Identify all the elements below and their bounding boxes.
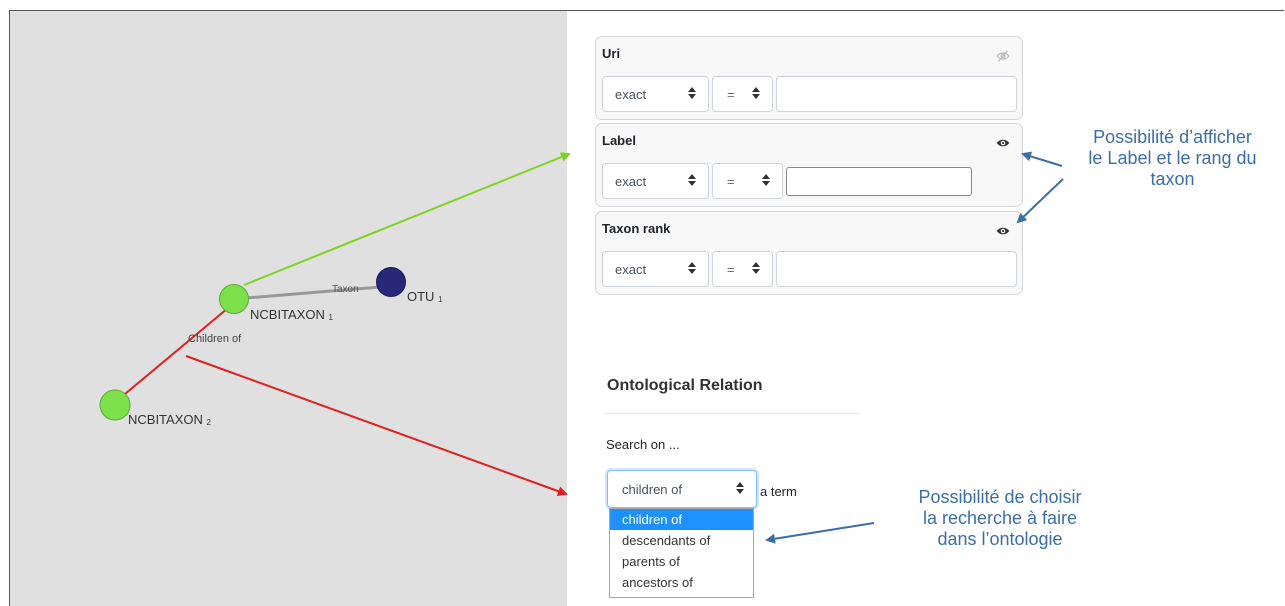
node-ncbitaxon-1-label: NCBITAXON: [250, 307, 325, 322]
comparator-value: =: [727, 262, 735, 277]
comparator-value: =: [727, 87, 735, 102]
a-term-label: a term: [760, 484, 797, 499]
edge-taxon-label: Taxon: [332, 284, 359, 295]
comparator-select[interactable]: =: [712, 76, 773, 112]
eye-icon[interactable]: [996, 136, 1010, 150]
up-down-caret-icon: [752, 261, 760, 278]
comparator-select[interactable]: =: [712, 163, 783, 199]
graph-panel: Taxon Children of NCBITAXON 1 OTU 1 NCBI…: [10, 11, 567, 606]
node-otu-1[interactable]: [376, 267, 406, 297]
ontological-relation-title: Ontological Relation: [607, 377, 763, 394]
callout-line: le Label et le rang du: [1088, 148, 1257, 168]
edge-taxon[interactable]: [233, 284, 393, 301]
svg-text:NCBITAXON 2: NCBITAXON 2: [128, 412, 212, 427]
section-divider: [604, 413, 860, 414]
match-type-select[interactable]: exact: [602, 251, 709, 287]
match-type-value: exact: [615, 174, 647, 189]
attribute-title: Taxon rank: [602, 221, 671, 236]
relation-option-children-of[interactable]: children of: [610, 509, 753, 530]
comparator-value: =: [727, 174, 735, 189]
svg-text:OTU 1: OTU 1: [407, 289, 443, 304]
up-down-caret-icon: [762, 173, 770, 190]
callout-line: taxon: [1150, 169, 1195, 189]
callout-line: Possibilité de choisir: [918, 487, 1082, 507]
taxon-rank-value-input[interactable]: [776, 251, 1017, 287]
relation-option-ancestors-of[interactable]: ancestors of: [610, 572, 753, 593]
eye-icon[interactable]: [996, 224, 1010, 238]
attribute-title: Uri: [602, 46, 621, 61]
edge-children-of[interactable]: [118, 307, 229, 400]
attribute-card-label: Label exact =: [595, 123, 1023, 207]
eye-slash-icon[interactable]: [996, 49, 1010, 63]
svg-text:NCBITAXON 1: NCBITAXON 1: [250, 307, 334, 322]
relation-select[interactable]: children of: [607, 470, 757, 508]
comparator-select[interactable]: =: [712, 251, 773, 287]
relation-option-descendants-of[interactable]: descendants of: [610, 530, 753, 551]
node-ncbitaxon-2[interactable]: [99, 389, 131, 421]
node-ncbitaxon-2-index: 2: [207, 418, 212, 427]
match-type-select[interactable]: exact: [602, 76, 709, 112]
node-ncbitaxon-2-label: NCBITAXON: [128, 412, 203, 427]
node-ncbitaxon-1-index: 1: [329, 313, 334, 322]
attribute-card-taxon-rank: Taxon rank exact =: [595, 211, 1023, 295]
callout-line: dans l’ontologie: [937, 529, 1063, 549]
search-on-label: Search on ...: [606, 437, 680, 452]
uri-value-input[interactable]: [776, 76, 1017, 112]
match-type-value: exact: [615, 262, 647, 277]
up-down-caret-icon: [688, 261, 696, 278]
match-type-value: exact: [615, 87, 647, 102]
match-type-select[interactable]: exact: [602, 163, 709, 199]
attribute-title: Label: [602, 133, 636, 148]
up-down-caret-icon: [736, 481, 744, 498]
relation-option-parents-of[interactable]: parents of: [610, 551, 753, 572]
callout-search-type: Possibilité de choisir la recherche à fa…: [880, 487, 1120, 550]
node-otu-1-index: 1: [438, 295, 443, 304]
node-otu-1-label: OTU: [407, 289, 434, 304]
callout-line: la recherche à faire: [922, 508, 1078, 528]
label-value-input[interactable]: [786, 167, 972, 196]
up-down-caret-icon: [688, 86, 696, 103]
relation-select-value: children of: [622, 482, 682, 497]
attribute-card-uri: Uri exact =: [595, 36, 1023, 120]
edge-children-of-label: Children of: [188, 333, 242, 345]
callout-label-rank: Possibilité d’afficher le Label et le ra…: [1060, 127, 1285, 190]
up-down-caret-icon: [752, 86, 760, 103]
graph-canvas: Taxon Children of NCBITAXON 1 OTU 1 NCBI…: [99, 267, 443, 427]
callout-line: Possibilité d’afficher: [1093, 127, 1252, 147]
relation-dropdown-list: children of descendants of parents of an…: [609, 508, 754, 598]
up-down-caret-icon: [688, 173, 696, 190]
node-ncbitaxon-1[interactable]: [219, 284, 249, 314]
